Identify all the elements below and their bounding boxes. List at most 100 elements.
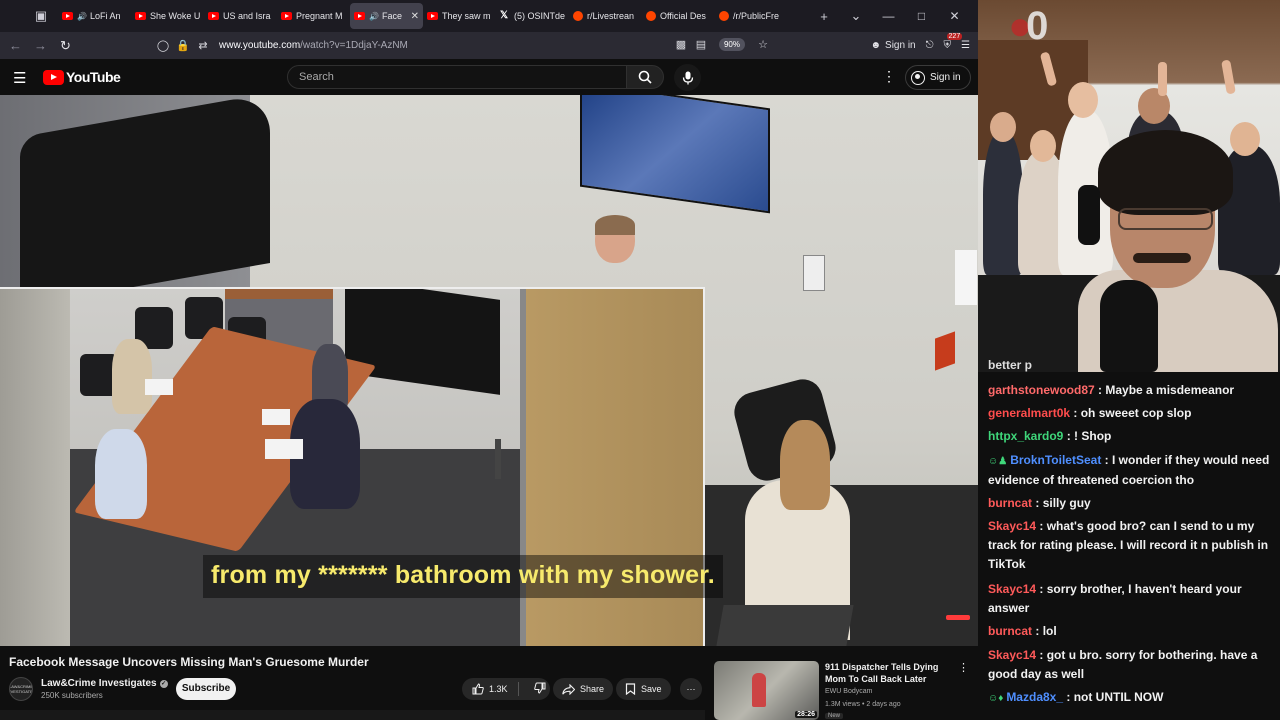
like-button[interactable]: 1.3K — [462, 682, 519, 696]
youtube-sign-in-button[interactable]: Sign in — [905, 65, 971, 90]
voice-search-button[interactable] — [674, 64, 701, 91]
more-actions-icon[interactable]: ⋯ — [680, 678, 702, 700]
minimize-icon[interactable]: — — [872, 9, 905, 23]
share-button[interactable]: Share — [553, 678, 614, 700]
recommended-more-icon[interactable]: ⋮ — [958, 661, 969, 674]
hamburger-menu-icon[interactable]: ☰ — [13, 69, 26, 87]
chat-username[interactable]: garthstonewood87 — [988, 383, 1095, 397]
chat-separator: : — [1036, 648, 1047, 662]
headset-icon — [1078, 185, 1100, 245]
browser-tab[interactable]: 🔊 LoFi An — [58, 3, 131, 29]
reload-icon[interactable]: ↻ — [53, 38, 78, 54]
youtube-favicon-icon — [354, 12, 365, 20]
chat-message: Skayc14 : sorry brother, I haven't heard… — [988, 580, 1276, 618]
speaker-icon[interactable]: 🔊 — [369, 12, 379, 21]
youtube-logo-text: YouTube — [66, 69, 121, 85]
search-icon — [638, 70, 652, 84]
close-tab-icon[interactable]: ✕ — [411, 11, 419, 22]
chat-username[interactable]: Mazda8x_ — [1006, 690, 1063, 704]
chat-username[interactable]: generalmart0k — [988, 406, 1070, 420]
video-player[interactable]: from my ******* bathroom with my shower. — [0, 95, 978, 646]
reader-view-icon[interactable]: ▤ — [691, 38, 711, 51]
speaker-icon[interactable]: 🔊 — [77, 12, 87, 21]
youtube-play-icon — [43, 69, 64, 85]
app-menu-icon[interactable]: ☰ — [961, 40, 970, 51]
chat-message: Skayc14 : what's good bro? can I send to… — [988, 517, 1276, 574]
browser-tab[interactable]: US and Isra — [204, 3, 277, 29]
chat-text: not UNTIL NOW — [1073, 690, 1164, 704]
save-label: Save — [641, 684, 662, 694]
recommended-video-thumbnail[interactable]: 28:26 — [714, 661, 819, 720]
browser-tab[interactable]: 🔊 Face ✕ — [350, 3, 423, 29]
extensions-icon[interactable]: ⎋ — [926, 40, 934, 51]
stream-overlay-logo-text: 0 — [1026, 4, 1048, 48]
chat-badge-icon: ☺♟ — [988, 456, 1008, 467]
youtube-favicon-icon — [281, 12, 292, 20]
url-text[interactable]: www.youtube.com/watch?v=1DdjaY-AzNM — [219, 40, 408, 51]
tab-title: Face — [381, 11, 402, 21]
chat-username[interactable]: BroknToiletSeat — [1010, 453, 1101, 467]
youtube-logo[interactable]: YouTube — [43, 69, 121, 85]
video-scene-detective — [580, 215, 650, 295]
chat-separator: : — [1070, 406, 1081, 420]
tab-overview-icon[interactable]: ▣ — [30, 5, 52, 27]
bookmark-star-icon[interactable]: ☆ — [753, 38, 773, 51]
chat-message: burncat : lol — [988, 622, 1276, 641]
search-input[interactable]: Search — [287, 65, 627, 89]
lock-icon[interactable]: 🔒 — [173, 39, 193, 52]
new-tab-icon[interactable]: + — [808, 9, 840, 24]
browser-tab[interactable]: /r/PublicFre — [715, 3, 788, 29]
picture-in-picture-icon[interactable]: ▩ — [671, 38, 691, 51]
browser-tab[interactable]: She Woke U — [131, 3, 204, 29]
thumbnail-figure — [752, 673, 766, 707]
subscriber-count: 250K subscribers — [41, 691, 103, 700]
chat-text: Maybe a misdemeanor — [1105, 383, 1235, 397]
tab-title: (5) OSINTde — [514, 11, 565, 21]
browser-tab[interactable]: Pregnant M — [277, 3, 350, 29]
chat-username[interactable]: burncat — [988, 624, 1032, 638]
browser-navbar: ← → ↻ ◯ 🔒 ⇄ www.youtube.com/watch?v=1Ddj… — [0, 32, 978, 59]
zoom-level[interactable]: 90% — [718, 38, 745, 51]
chat-message: Skayc14 : got u bro. sorry for bothering… — [988, 646, 1276, 684]
stream-overlay-logo: ●0 — [1008, 4, 1049, 48]
settings-more-icon[interactable]: ⋮ — [882, 68, 896, 85]
permissions-icon[interactable]: ⇄ — [193, 39, 213, 52]
shield-icon[interactable]: ◯ — [153, 39, 173, 52]
maximize-icon[interactable]: □ — [905, 9, 938, 23]
inset-paper — [145, 379, 173, 395]
account-sign-in[interactable]: ☻ Sign in — [871, 40, 916, 51]
browser-tab[interactable]: Official Des — [642, 3, 715, 29]
tab-title: Pregnant M — [296, 11, 343, 21]
reddit-favicon-icon — [719, 11, 729, 21]
chat-username[interactable]: httpx_kardo9 — [988, 429, 1063, 443]
search-button[interactable] — [626, 65, 664, 89]
chat-username[interactable]: Skayc14 — [988, 648, 1036, 662]
tab-list-chevron-icon[interactable]: ⌄ — [840, 8, 872, 24]
inset-cabinet-top — [225, 289, 333, 299]
video-info-section: Facebook Message Uncovers Missing Man's … — [0, 646, 978, 720]
close-window-icon[interactable]: ✕ — [938, 9, 971, 23]
chat-username[interactable]: burncat — [988, 496, 1032, 510]
channel-avatar[interactable]: LAW&CRIME INVESTIGATES — [9, 677, 33, 701]
chat-username[interactable]: Skayc14 — [988, 582, 1036, 596]
channel-name[interactable]: Law&Crime Investigates ✓ — [41, 678, 168, 689]
ublock-extension-icon[interactable]: ⛨ 227 — [944, 33, 963, 51]
back-icon[interactable]: ← — [3, 38, 28, 53]
recommended-channel[interactable]: EWU Bodycam — [825, 688, 872, 695]
chat-username[interactable]: Skayc14 — [988, 519, 1036, 533]
subscribe-button[interactable]: Subscribe — [176, 678, 236, 700]
recommended-video-title[interactable]: 911 Dispatcher Tells Dying Mom To Call B… — [825, 661, 945, 685]
url-bar[interactable]: ◯ 🔒 ⇄ www.youtube.com/watch?v=1DdjaY-AzN… — [153, 35, 773, 56]
inset-paper — [265, 439, 303, 459]
browser-tab[interactable]: r/Livestrean — [569, 3, 642, 29]
save-button[interactable]: Save — [616, 678, 671, 700]
tab-title: She Woke U — [150, 11, 200, 21]
account-icon: ☻ — [870, 40, 882, 51]
streamer-hair — [1098, 130, 1233, 215]
dislike-button[interactable] — [524, 682, 556, 696]
thumbs-up-icon — [472, 683, 484, 695]
browser-tab[interactable]: 𝕏 (5) OSINTde — [496, 3, 569, 29]
forward-icon[interactable]: → — [28, 38, 53, 53]
browser-tab[interactable]: They saw m — [423, 3, 496, 29]
sign-in-label: Sign in — [930, 72, 961, 83]
